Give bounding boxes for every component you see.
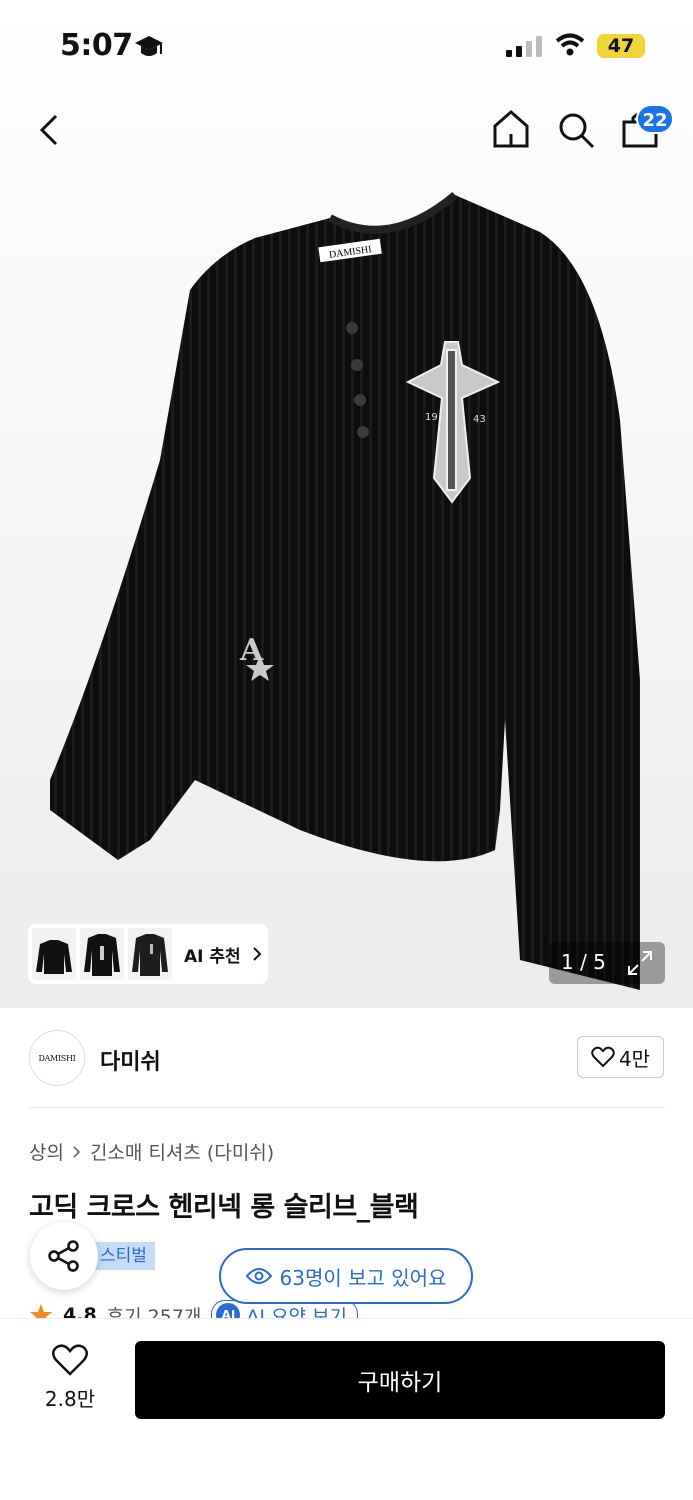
eye-icon [245, 1268, 272, 1284]
svg-text:19: 19 [425, 412, 438, 423]
recommend-thumbnail-1[interactable] [32, 928, 76, 980]
back-icon[interactable] [32, 110, 72, 150]
share-icon [48, 1240, 79, 1272]
viewers-indicator: 63명이 보고 있어요 [219, 1248, 473, 1304]
breadcrumb-category[interactable]: 상의 [29, 1138, 64, 1165]
wishlist-count: 2.8만 [44, 1387, 96, 1411]
viewers-text: 63명이 보고 있어요 [279, 1265, 447, 1290]
ai-recommend-label: AI 추천 [184, 946, 241, 967]
heart-icon [591, 1046, 615, 1068]
status-time: 5:07 [60, 28, 133, 63]
brand-logo[interactable]: DAMISHI [29, 1030, 85, 1086]
buy-button[interactable]: 구매하기 [135, 1341, 665, 1419]
product-title: 고딕 크로스 헨리넥 롱 슬리브_블랙 [29, 1192, 419, 1223]
cart-count-badge: 22 [636, 104, 674, 134]
divider [29, 1107, 665, 1108]
brand-name[interactable]: 다미쉬 [100, 1044, 161, 1076]
battery-indicator: 47 [597, 34, 645, 58]
pager-text: 1 / 5 [561, 950, 606, 974]
graduation-cap-icon [135, 36, 163, 56]
breadcrumb-subcategory[interactable]: 긴소매 티셔츠 (다미쉬) [90, 1138, 274, 1165]
brand-row: DAMISHI 다미쉬 4만 [0, 1008, 693, 1108]
breadcrumb: 상의 긴소매 티셔츠 (다미쉬) [29, 1138, 274, 1165]
expand-icon[interactable] [627, 950, 653, 976]
brand-like-count: 4만 [618, 1046, 651, 1071]
image-pager: 1 / 5 [549, 942, 665, 984]
svg-text:43: 43 [473, 414, 486, 425]
bottom-action-bar: 2.8만 구매하기 [0, 1318, 693, 1500]
product-tag[interactable]: 스티벌 [92, 1242, 155, 1270]
wishlist-button[interactable]: 2.8만 [30, 1343, 110, 1412]
chevron-right-icon [73, 1145, 81, 1158]
chevron-right-icon [252, 947, 262, 961]
search-icon[interactable] [556, 110, 596, 150]
brand-logo-text: DAMISHI [38, 1053, 76, 1063]
wifi-icon [555, 33, 585, 56]
share-button[interactable] [30, 1222, 98, 1290]
product-photo[interactable]: DAMISHI 19 43 A [0, 160, 693, 1008]
cellular-signal-icon [506, 35, 542, 57]
recommend-thumbnail-2[interactable] [80, 928, 124, 980]
brand-like-button[interactable]: 4만 [577, 1036, 664, 1078]
ai-recommend-chip[interactable]: AI 추천 [28, 924, 268, 984]
product-image-area[interactable]: DAMISHI 19 43 A 22 AI 추천 1 / 5 [0, 0, 693, 1008]
recommend-thumbnail-3[interactable] [128, 928, 172, 980]
heart-icon [52, 1344, 88, 1376]
status-bar: 5:07 47 [0, 0, 693, 90]
home-icon[interactable] [491, 108, 531, 150]
